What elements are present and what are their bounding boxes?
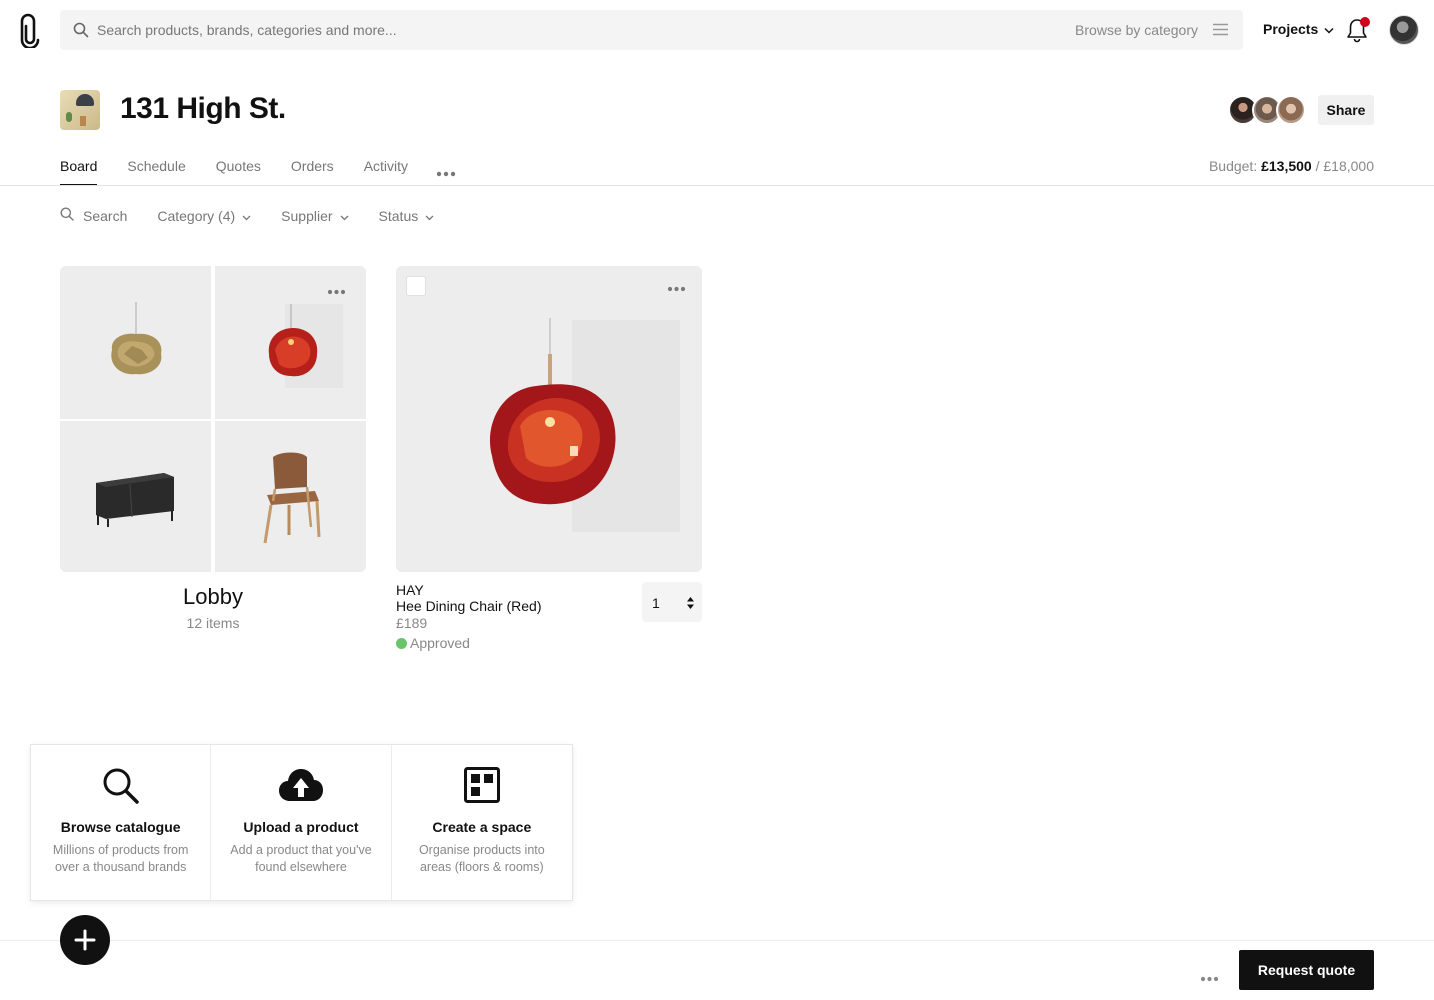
category-filter[interactable]: Category (4): [157, 208, 251, 224]
app-logo[interactable]: [18, 12, 42, 50]
budget-label: Budget:: [1208, 158, 1258, 174]
browse-catalogue-description: Millions of products from over a thousan…: [52, 843, 189, 874]
user-avatar[interactable]: [1389, 15, 1419, 45]
upload-product-action[interactable]: Upload a product Add a product that you'…: [211, 745, 392, 900]
supplier-filter[interactable]: Supplier: [281, 207, 349, 224]
tab-board[interactable]: Board: [60, 158, 98, 186]
product-card-image[interactable]: [396, 266, 702, 572]
supplier-filter-label: Supplier: [281, 207, 333, 224]
create-space-description: Organise products into areas (floors & r…: [418, 843, 545, 874]
more-options-icon[interactable]: [1200, 969, 1219, 987]
product-select-checkbox[interactable]: [406, 276, 426, 296]
create-space-title: Create a space: [432, 819, 532, 835]
chevron-down-icon: [340, 208, 349, 224]
request-quote-button[interactable]: Request quote: [1239, 950, 1374, 990]
budget-summary: Budget: £13,500 / £18,000: [1209, 158, 1374, 174]
product-price: £189: [396, 615, 428, 631]
sideboard-image: [60, 421, 211, 572]
lobby-more-options-icon[interactable]: [327, 282, 346, 300]
tab-schedule[interactable]: Schedule: [127, 158, 185, 186]
project-thumbnail: [60, 90, 100, 130]
projects-label: Projects: [1263, 21, 1319, 37]
layout-grid-icon: [463, 767, 500, 808]
projects-dropdown[interactable]: Projects: [1263, 21, 1334, 37]
status-label: Approved: [410, 635, 470, 651]
notifications-button[interactable]: [1345, 17, 1371, 45]
browse-by-category-link[interactable]: Browse by category: [1075, 22, 1198, 38]
status-indicator-dot: [396, 637, 407, 649]
global-search-input[interactable]: [97, 10, 897, 50]
tab-quotes[interactable]: Quotes: [216, 158, 261, 186]
budget-spent: £13,500: [1261, 158, 1312, 174]
create-space-action[interactable]: Create a space Organise products into ar…: [392, 745, 572, 900]
browse-catalogue-action[interactable]: Browse catalogue Millions of products fr…: [31, 745, 212, 900]
top-bar: Browse by category Projects: [0, 0, 1434, 60]
project-title: 131 High St.: [120, 92, 286, 125]
plus-icon: [74, 929, 96, 951]
space-title[interactable]: Lobby: [60, 584, 366, 610]
space-item-count: 12 items: [186, 615, 240, 631]
product-status: Approved: [396, 635, 470, 651]
stepper-arrows-icon[interactable]: [687, 596, 694, 614]
chevron-down-icon: [1324, 21, 1334, 37]
tab-orders[interactable]: Orders: [291, 158, 334, 186]
pendant-lamp-copper-large-image: [489, 318, 680, 532]
category-filter-label: Category (4): [157, 207, 236, 224]
space-card-lobby[interactable]: [60, 266, 366, 572]
upload-product-description: Add a product that you've found elsewher…: [230, 843, 372, 874]
pendant-lamp-gold-image: [60, 266, 211, 419]
dining-chair-image: [215, 421, 366, 572]
more-tabs-icon[interactable]: [436, 164, 456, 182]
budget-total: / £18,000: [1315, 158, 1374, 174]
status-filter[interactable]: Status: [379, 208, 435, 224]
collaborator-avatars[interactable]: [1228, 95, 1306, 125]
quantity-value: 1: [652, 595, 660, 611]
add-button[interactable]: [60, 915, 110, 965]
upload-product-title: Upload a product: [243, 819, 359, 835]
hamburger-menu-icon[interactable]: [1213, 23, 1228, 41]
product-name[interactable]: Hee Dining Chair (Red): [396, 598, 542, 614]
quantity-stepper[interactable]: 1: [642, 582, 702, 622]
product-brand: HAY: [396, 582, 424, 598]
quick-actions-panel: Browse catalogue Millions of products fr…: [30, 744, 573, 901]
chevron-down-icon: [242, 208, 251, 224]
cloud-upload-icon: [278, 767, 324, 808]
bell-icon: [1345, 19, 1369, 47]
product-more-options-icon[interactable]: [667, 279, 686, 297]
global-search-bar[interactable]: Browse by category: [60, 10, 1243, 50]
chevron-down-icon: [425, 208, 434, 224]
board-search-label: Search: [83, 207, 128, 224]
tab-activity[interactable]: Activity: [364, 158, 408, 186]
notification-badge: [1360, 17, 1370, 27]
search-icon: [73, 22, 89, 43]
filter-bar: Search Category (4) Supplier Status: [60, 207, 464, 224]
status-filter-label: Status: [378, 207, 419, 224]
share-button[interactable]: Share: [1318, 95, 1374, 125]
collaborator-avatar[interactable]: [1276, 95, 1306, 125]
header-divider: [0, 185, 1434, 186]
board-search[interactable]: Search: [60, 207, 127, 224]
browse-catalogue-title: Browse catalogue: [60, 819, 181, 835]
search-icon: [60, 207, 74, 224]
project-tabs: Board Schedule Quotes Orders Activity: [60, 158, 438, 186]
search-icon: [102, 767, 140, 810]
